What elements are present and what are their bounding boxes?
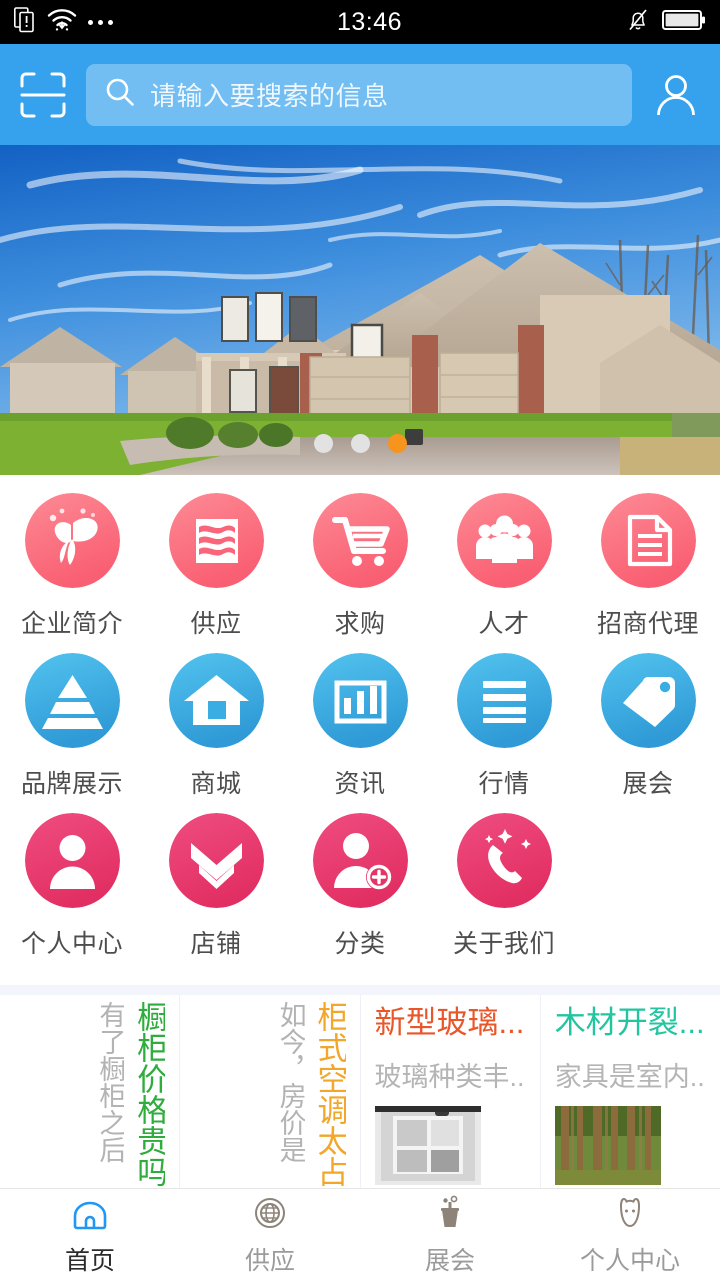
news-card-desc: 如今，房价是	[275, 1001, 305, 1163]
news-row: 橱柜价格贵吗 有了橱柜之后 柜式空调太占 如今，房价是 新型玻璃... 玻璃种类…	[0, 995, 720, 1217]
tab-supply[interactable]: 供应	[180, 1189, 360, 1280]
search-icon	[104, 76, 136, 113]
grid-item-purchase[interactable]: 求购	[288, 493, 432, 653]
grid-item-label: 关于我们	[452, 930, 555, 958]
search-bar[interactable]: 请输入要搜索的信息	[86, 63, 632, 126]
grid-item-label: 个人中心	[20, 930, 123, 958]
grid-item-label: 求购	[334, 610, 386, 638]
people-group-icon	[456, 493, 552, 588]
user-avatar-icon[interactable]	[650, 69, 702, 121]
scan-qr-icon[interactable]	[18, 70, 68, 120]
grid-item-news[interactable]: 资讯	[288, 653, 432, 813]
feature-grid: 企业简介 供应 求购 人才 招商代理 品牌展示 商城 资讯 行情 展会 个人中心…	[0, 475, 720, 985]
forest-photo-thumb	[554, 1105, 661, 1185]
grid-item-expo[interactable]: 展会	[576, 653, 720, 813]
bottom-tab-bar: 首页 供应 展会 个人中心	[0, 1188, 720, 1280]
cat-face-icon	[609, 1192, 651, 1234]
status-bar-right-icons	[626, 7, 706, 38]
grid-item-personal-center[interactable]: 个人中心	[0, 813, 144, 973]
sim-alert-icon	[14, 6, 36, 38]
banner-carousel[interactable]	[0, 145, 720, 475]
grid-item-label: 招商代理	[596, 610, 699, 638]
tab-home[interactable]: 首页	[0, 1189, 180, 1280]
grid-item-shop[interactable]: 店铺	[144, 813, 288, 973]
news-card-desc: 有了橱柜之后	[95, 1001, 125, 1163]
banner-image	[0, 145, 720, 475]
status-bar-clock: 13:46	[336, 7, 403, 36]
status-bar: 13:46	[0, 0, 720, 44]
grid-item-about-us[interactable]: 关于我们	[432, 813, 576, 973]
person-icon	[24, 813, 120, 908]
more-dots-icon	[88, 19, 113, 25]
grid-item-category[interactable]: 分类	[288, 813, 432, 973]
carousel-dot-1[interactable]	[313, 434, 333, 453]
battery-icon	[662, 8, 706, 37]
grid-item-label: 分类	[334, 930, 386, 958]
grid-item-label: 资讯	[334, 770, 386, 798]
document-icon	[600, 493, 696, 588]
phone-sparkle-icon	[456, 813, 552, 908]
grid-item-empty	[576, 813, 720, 973]
grid-item-label: 展会	[622, 770, 674, 798]
status-bar-left-icons	[14, 6, 113, 38]
grid-item-label: 品牌展示	[20, 770, 123, 798]
window-photo-thumb	[374, 1105, 481, 1185]
tab-expo[interactable]: 展会	[360, 1189, 540, 1280]
grid-item-brand-display[interactable]: 品牌展示	[0, 653, 144, 813]
mute-bell-icon	[626, 7, 650, 38]
grid-item-label: 供应	[190, 610, 242, 638]
grid-item-label: 企业简介	[20, 610, 123, 638]
search-input[interactable]: 请输入要搜索的信息	[150, 76, 389, 113]
grid-item-supply[interactable]: 供应	[144, 493, 288, 653]
carousel-dot-2[interactable]	[350, 434, 370, 453]
wifi-icon	[47, 8, 77, 37]
news-card[interactable]: 橱柜价格贵吗 有了橱柜之后	[0, 995, 181, 1217]
news-card-title: 柜式空调太占	[312, 1001, 346, 1187]
app-screen: 13:46 请输入要搜索的信息 企业简介 供应 求购 人才 招商代理 品牌展示 …	[0, 0, 720, 1280]
globe-icon	[249, 1192, 291, 1234]
news-card-desc: 家具是室内...	[554, 1061, 706, 1092]
shopping-cart-icon	[312, 493, 408, 588]
grid-item-label: 店铺	[190, 930, 242, 958]
list-lines-icon	[456, 653, 552, 748]
grid-item-market[interactable]: 行情	[432, 653, 576, 813]
pyramid-icon	[24, 653, 120, 748]
home-icon	[69, 1192, 111, 1234]
bar-chart-icon	[312, 653, 408, 748]
grid-item-label: 行情	[478, 770, 530, 798]
butterfly-icon	[24, 493, 120, 588]
news-card-title: 木材开裂...	[554, 1005, 705, 1040]
grid-item-company-intro[interactable]: 企业简介	[0, 493, 144, 653]
podium-icon	[429, 1192, 471, 1234]
app-header: 请输入要搜索的信息	[0, 44, 720, 145]
news-card[interactable]: 柜式空调太占 如今，房价是	[180, 995, 361, 1217]
person-add-icon	[312, 813, 408, 908]
tab-personal-center[interactable]: 个人中心	[540, 1189, 720, 1280]
home-store-icon	[168, 653, 264, 748]
double-chevron-down-icon	[168, 813, 264, 908]
news-card[interactable]: 木材开裂... 家具是室内...	[540, 995, 720, 1217]
news-card-title: 新型玻璃...	[374, 1005, 525, 1040]
grid-item-mall[interactable]: 商城	[144, 653, 288, 813]
tab-label: 供应	[244, 1247, 295, 1275]
carousel-dot-3[interactable]	[387, 434, 407, 453]
tag-icon	[600, 653, 696, 748]
tab-label: 个人中心	[579, 1247, 680, 1275]
tab-label: 展会	[424, 1247, 475, 1275]
grid-item-label: 人才	[478, 610, 530, 638]
grid-item-talent[interactable]: 人才	[432, 493, 576, 653]
grid-item-agency[interactable]: 招商代理	[576, 493, 720, 653]
supply-flag-icon	[168, 493, 264, 588]
news-card-desc: 玻璃种类丰...	[374, 1061, 526, 1092]
news-card-title: 橱柜价格贵吗	[132, 1001, 166, 1187]
grid-item-label: 商城	[190, 770, 242, 798]
carousel-dots[interactable]	[0, 434, 720, 453]
tab-label: 首页	[64, 1247, 115, 1275]
news-card[interactable]: 新型玻璃... 玻璃种类丰...	[360, 995, 541, 1217]
